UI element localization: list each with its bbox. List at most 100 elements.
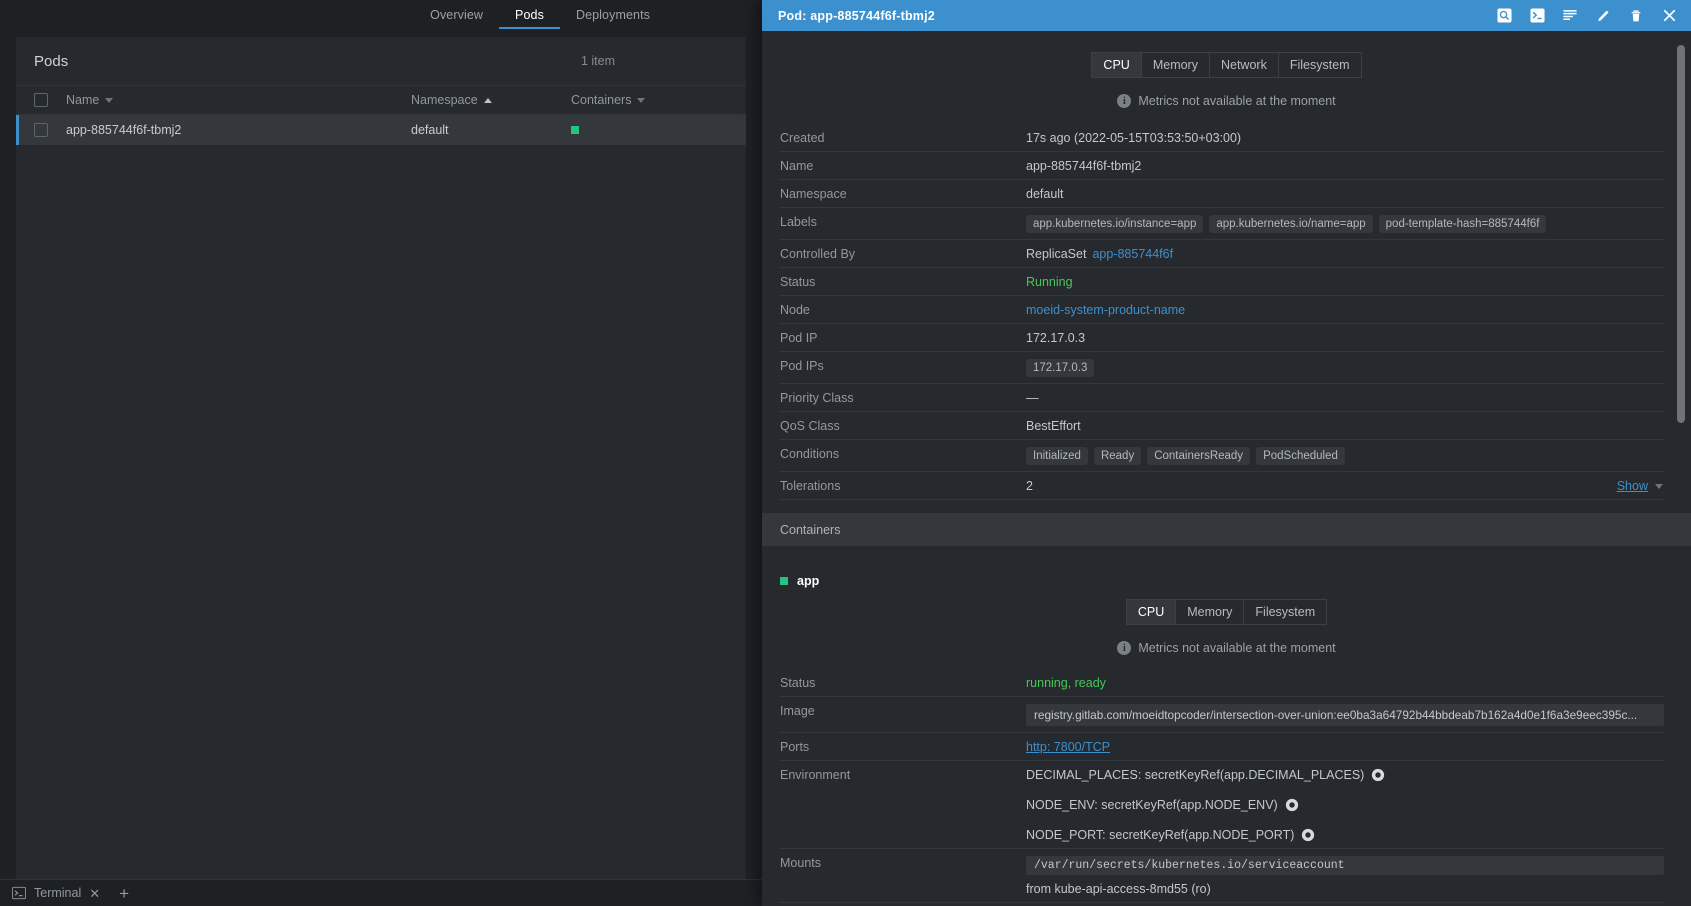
label-chip[interactable]: app.kubernetes.io/instance=app [1026,215,1204,233]
pod-details-drawer: Pod: app-885744f6f-tbmj2 CPU Memory Netw… [762,0,1691,906]
drawer-title-bar: Pod: app-885744f6f-tbmj2 [762,0,1691,31]
detail-row-qos-class: QoS Class BestEffort [780,412,1664,440]
add-terminal-button[interactable]: + [111,885,129,902]
resource-tabs: Overview Pods Deployments [0,0,762,29]
logs-icon[interactable] [1562,8,1578,24]
pod-details-list: Created 17s ago (2022-05-15T03:53:50+03:… [762,108,1691,500]
eye-icon[interactable] [1285,798,1299,812]
container-ports-value: http: 7800/TCP [1026,740,1664,754]
tolerations-show-label: Show [1616,479,1648,493]
select-all-checkbox[interactable] [34,93,48,107]
tolerations-show-toggle[interactable]: Show [1617,479,1664,493]
terminal-icon [12,886,26,900]
label-chip[interactable]: pod-template-hash=885744f6f [1378,215,1547,233]
detail-label-priority-class: Priority Class [780,391,854,405]
env-var-text: NODE_ENV: secretKeyRef(app.NODE_ENV) [1026,798,1278,812]
image-chip[interactable]: registry.gitlab.com/moeidtopcoder/inters… [1026,704,1664,726]
item-count: 1 item [580,54,615,68]
lens-kubernetes-app: Overview Pods Deployments Pods 1 item Na… [0,0,1691,906]
container-metrics-tab-filesystem[interactable]: Filesystem [1243,599,1328,625]
detail-label-labels: Labels [780,215,817,229]
container-row-mounts: Mounts /var/run/secrets/kubernetes.io/se… [780,849,1664,903]
close-icon[interactable]: ✕ [89,887,100,900]
edit-icon[interactable] [1595,8,1611,24]
table-row[interactable]: app-885744f6f-tbmj2 default [16,115,746,145]
terminal-tab-label: Terminal [34,886,82,900]
eye-icon[interactable] [1301,828,1315,842]
column-header-namespace[interactable]: Namespace [411,93,571,107]
eye-icon[interactable] [1371,768,1385,782]
containers-section-header: Containers [762,513,1691,546]
detail-label-status: Status [780,275,816,289]
tab-overview[interactable]: Overview [414,9,499,29]
drawer-actions [1496,8,1677,24]
cell-namespace: default [411,123,449,137]
info-icon: i [1117,94,1132,108]
detail-row-priority-class: Priority Class — [780,384,1664,412]
delete-icon[interactable] [1628,8,1644,24]
node-link[interactable]: moeid-system-product-name [1026,303,1185,317]
column-header-containers[interactable]: Containers [571,93,711,107]
column-header-containers-label: Containers [571,93,632,107]
page-title: Pods [34,52,69,70]
detail-value-node: moeid-system-product-name [1026,303,1664,317]
detail-row-status: Status Running [780,268,1664,296]
detail-label-qos-class: QoS Class [780,419,840,433]
pod-metrics-note: i Metrics not available at the moment [762,78,1691,108]
detail-row-pod-ips: Pod IPs 172.17.0.3 [780,352,1664,384]
label-chip[interactable]: app.kubernetes.io/name=app [1209,215,1373,233]
container-label-mounts: Mounts [780,856,821,870]
pod-metrics-tabs: CPU Memory Network Filesystem [762,31,1691,78]
container-status-dot-icon [780,577,788,585]
drawer-title: Pod: app-885744f6f-tbmj2 [778,8,935,23]
env-var-row: NODE_ENV: secretKeyRef(app.NODE_ENV) [1026,798,1299,812]
detail-row-created: Created 17s ago (2022-05-15T03:53:50+03:… [780,124,1664,152]
detail-row-node: Node moeid-system-product-name [780,296,1664,324]
container-label-environment: Environment [780,768,851,782]
container-row-status: Status running, ready [780,669,1664,697]
detail-value-qos-class: BestEffort [1026,419,1081,433]
column-header-name[interactable]: Name [66,93,411,107]
pod-metrics-tab-network[interactable]: Network [1208,52,1279,78]
detail-row-conditions: Conditions Initialized Ready ContainersR… [780,440,1664,472]
env-var-row: NODE_PORT: secretKeyRef(app.NODE_PORT) [1026,828,1315,842]
close-icon[interactable] [1661,8,1677,24]
pod-metrics-tab-cpu[interactable]: CPU [1091,52,1142,78]
pod-metrics-tab-memory[interactable]: Memory [1140,52,1210,78]
env-var-row: DECIMAL_PLACES: secretKeyRef(app.DECIMAL… [1026,768,1385,782]
port-link[interactable]: http: 7800/TCP [1026,740,1110,754]
pod-metrics-tab-filesystem[interactable]: Filesystem [1277,52,1362,78]
controlled-by-link[interactable]: app-885744f6f [1092,247,1173,261]
tab-pods[interactable]: Pods [499,9,560,29]
search-icon[interactable] [1496,8,1512,24]
container-row-environment: Environment DECIMAL_PLACES: secretKeyRef… [780,761,1664,849]
container-metrics-note: i Metrics not available at the moment [762,625,1691,655]
detail-label-node: Node [780,303,810,317]
controlled-by-kind: ReplicaSet [1026,247,1087,261]
detail-row-controlled-by: Controlled By ReplicaSet app-885744f6f [780,240,1664,268]
cell-pod-name: app-885744f6f-tbmj2 [66,123,182,137]
detail-value-namespace: default [1026,187,1064,201]
terminal-icon[interactable] [1529,8,1545,24]
terminal-tab[interactable]: Terminal ✕ [12,886,100,900]
drawer-scrollbar-track[interactable] [1677,37,1688,899]
detail-value-conditions: Initialized Ready ContainersReady PodSch… [1026,447,1664,465]
status-badge: Running [1026,275,1073,289]
tab-deployments[interactable]: Deployments [560,9,666,29]
container-metrics-tab-cpu[interactable]: CPU [1125,599,1177,625]
container-metrics-tab-memory[interactable]: Memory [1175,599,1245,625]
detail-label-name: Name [780,159,814,173]
chevron-down-icon [105,97,114,103]
condition-chip: Ready [1093,447,1142,465]
container-metrics-tabs: CPU Memory Filesystem [762,588,1691,625]
detail-value-priority-class: — [1026,391,1039,405]
column-header-name-label: Name [66,93,100,107]
detail-value-tolerations: 2 Show [1026,479,1664,493]
chevron-down-icon [1655,483,1663,489]
container-environment-value: DECIMAL_PLACES: secretKeyRef(app.DECIMAL… [1026,768,1664,842]
chevron-down-icon [637,97,646,103]
drawer-scroll-area[interactable]: CPU Memory Network Filesystem i Metrics … [762,31,1691,906]
bottom-terminal-bar: Terminal ✕ + [0,879,762,906]
drawer-scrollbar-thumb[interactable] [1677,45,1685,423]
row-select-checkbox[interactable] [34,123,48,137]
